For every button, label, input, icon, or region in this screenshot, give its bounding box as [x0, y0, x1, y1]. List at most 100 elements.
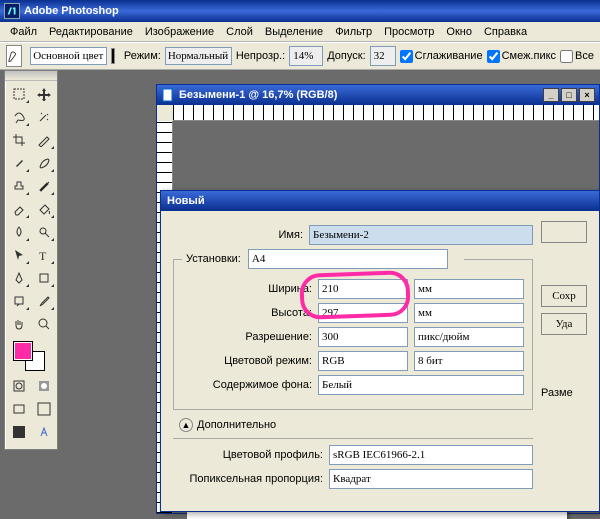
quickmask-off[interactable]	[7, 375, 31, 397]
app-title: Adobe Photoshop	[24, 5, 119, 17]
ok-button[interactable]	[541, 221, 587, 243]
menu-image[interactable]: Изображение	[139, 24, 220, 40]
all-layers-checkbox[interactable]: Все	[560, 50, 594, 63]
delete-preset-button[interactable]: Уда	[541, 313, 587, 335]
color-mode-select[interactable]: RGB	[318, 351, 408, 371]
menu-file[interactable]: Файл	[4, 24, 43, 40]
eraser-tool[interactable]	[7, 198, 31, 220]
heal-tool[interactable]	[7, 152, 31, 174]
bit-depth-select[interactable]: 8 бит	[414, 351, 524, 371]
document-icon	[161, 88, 175, 102]
name-field[interactable]	[309, 225, 533, 245]
lasso-tool[interactable]	[7, 106, 31, 128]
menu-select[interactable]: Выделение	[259, 24, 329, 40]
crop-tool[interactable]	[7, 129, 31, 151]
dodge-tool[interactable]	[32, 221, 56, 243]
eyedropper-tool[interactable]	[32, 290, 56, 312]
chevron-up-icon: ▲	[179, 418, 193, 432]
app-titlebar: Adobe Photoshop	[0, 0, 600, 22]
opacity-label: Непрозр.:	[236, 50, 285, 62]
close-button[interactable]: ×	[579, 88, 595, 102]
preset-select[interactable]: A4	[248, 249, 448, 269]
opacity-field[interactable]	[289, 46, 323, 66]
height-label: Высота:	[182, 307, 312, 319]
menu-window[interactable]: Окно	[440, 24, 478, 40]
width-field[interactable]	[318, 279, 408, 299]
menu-view[interactable]: Просмотр	[378, 24, 440, 40]
stamp-tool[interactable]	[7, 175, 31, 197]
advanced-label: Дополнительно	[197, 419, 276, 431]
width-label: Ширина:	[182, 283, 312, 295]
height-field[interactable]	[318, 303, 408, 323]
contiguous-checkbox[interactable]: Смеж.пикс	[487, 50, 556, 63]
screen-mode-std[interactable]	[7, 398, 31, 420]
image-size-label: Разме	[541, 387, 587, 399]
path-select-tool[interactable]	[7, 244, 31, 266]
type-tool[interactable]: T	[32, 244, 56, 266]
history-brush-tool[interactable]	[32, 175, 56, 197]
pattern-swatch[interactable]	[111, 48, 114, 64]
color-profile-label: Цветовой профиль:	[173, 449, 323, 461]
preset-label: Установки:	[186, 253, 241, 265]
document-titlebar[interactable]: Безымени-1 @ 16,7% (RGB/8) _ □ ×	[157, 85, 599, 105]
tolerance-label: Допуск:	[327, 50, 365, 62]
dialog-title: Новый	[167, 195, 205, 207]
maximize-button[interactable]: □	[561, 88, 577, 102]
blend-mode-select[interactable]: Нормальный	[165, 47, 232, 65]
advanced-toggle[interactable]: ▲ Дополнительно	[179, 418, 533, 432]
workspace: T Безымени-1 @ 16,7% (RGB/8)	[0, 70, 600, 515]
name-label: Имя:	[173, 229, 303, 241]
color-profile-select[interactable]: sRGB IEC61966-2.1	[329, 445, 533, 465]
wand-tool[interactable]	[32, 106, 56, 128]
toolbox-grip[interactable]	[5, 71, 57, 81]
menubar: Файл Редактирование Изображение Слой Выд…	[0, 22, 600, 42]
pen-tool[interactable]	[7, 267, 31, 289]
menu-help[interactable]: Справка	[478, 24, 533, 40]
width-unit-select[interactable]: мм	[414, 279, 524, 299]
zoom-tool[interactable]	[32, 313, 56, 335]
svg-text:T: T	[39, 249, 47, 262]
tolerance-field[interactable]	[370, 46, 396, 66]
menu-edit[interactable]: Редактирование	[43, 24, 139, 40]
move-tool[interactable]	[32, 83, 56, 105]
notes-tool[interactable]	[7, 290, 31, 312]
menu-layer[interactable]: Слой	[220, 24, 259, 40]
toolbox: T	[4, 70, 58, 450]
resolution-field[interactable]	[318, 327, 408, 347]
foreground-color-select[interactable]: Основной цвет	[30, 47, 107, 65]
marquee-tool[interactable]	[7, 83, 31, 105]
brush-tool[interactable]	[32, 152, 56, 174]
screen-mode-black[interactable]	[7, 421, 31, 443]
quickmask-on[interactable]	[32, 375, 56, 397]
jump-to-ir[interactable]	[32, 421, 56, 443]
save-preset-button[interactable]: Сохр	[541, 285, 587, 307]
color-swatches	[9, 339, 53, 373]
foreground-color-swatch[interactable]	[13, 341, 33, 361]
height-unit-select[interactable]: мм	[414, 303, 524, 323]
app-icon	[4, 3, 20, 19]
slice-tool[interactable]	[32, 129, 56, 151]
resolution-unit-select[interactable]: пикс/дюйм	[414, 327, 524, 347]
pixel-aspect-select[interactable]: Квадрат	[329, 469, 533, 489]
bg-contents-select[interactable]: Белый	[318, 375, 524, 395]
new-document-dialog: Новый Имя: Установки: A4 Ширина:	[160, 190, 600, 512]
antialias-checkbox[interactable]: Сглаживание	[400, 50, 483, 63]
bucket-tool[interactable]	[32, 198, 56, 220]
screen-mode-full[interactable]	[32, 398, 56, 420]
options-bar: Основной цвет Режим: Нормальный Непрозр.…	[0, 42, 600, 70]
divider	[173, 438, 533, 439]
dialog-titlebar[interactable]: Новый	[161, 191, 599, 211]
bg-contents-label: Содержимое фона:	[182, 379, 312, 391]
shape-tool[interactable]	[32, 267, 56, 289]
preset-fieldset: Установки: A4 Ширина: мм Высота: мм	[173, 249, 533, 410]
color-mode-label: Цветовой режим:	[182, 355, 312, 367]
menu-filter[interactable]: Фильтр	[329, 24, 378, 40]
current-tool-icon[interactable]	[6, 45, 22, 67]
ruler-horizontal	[173, 105, 599, 121]
document-title: Безымени-1 @ 16,7% (RGB/8)	[179, 89, 337, 101]
pixel-aspect-label: Попиксельная пропорция:	[173, 473, 323, 485]
resolution-label: Разрешение:	[182, 331, 312, 343]
blur-tool[interactable]	[7, 221, 31, 243]
minimize-button[interactable]: _	[543, 88, 559, 102]
hand-tool[interactable]	[7, 313, 31, 335]
